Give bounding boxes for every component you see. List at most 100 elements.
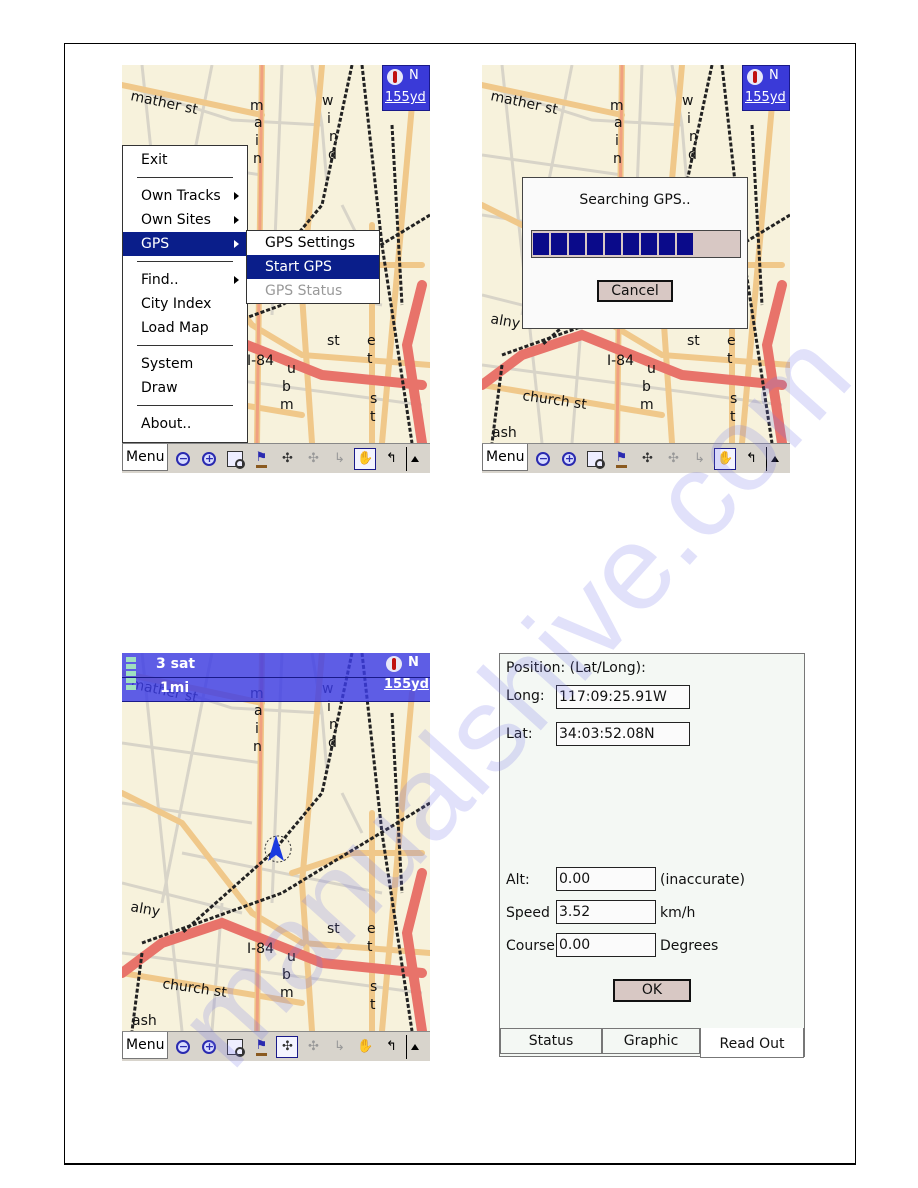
svg-text:t: t (727, 351, 733, 367)
lat-label: Lat: (506, 726, 533, 742)
course-field[interactable] (556, 933, 656, 957)
menu-item-label: Find.. (141, 272, 179, 288)
hand-pan-icon[interactable]: ✋ (354, 447, 377, 470)
route-icon[interactable]: ↳ (328, 448, 350, 470)
svg-text:d: d (688, 147, 697, 163)
up-arrow-icon[interactable] (411, 455, 420, 462)
altitude-field[interactable] (556, 867, 656, 891)
signal-strength-icon (126, 657, 136, 695)
flag-icon[interactable]: ⚑ (250, 448, 272, 470)
menu-item-label: Draw (141, 380, 178, 396)
route-icon[interactable]: ↳ (688, 448, 710, 470)
svg-text:I-84: I-84 (247, 353, 274, 369)
flag-icon[interactable]: ⚑ (250, 1036, 272, 1058)
progress-segment (551, 233, 567, 255)
latitude-field[interactable] (556, 722, 690, 746)
menu-separator (137, 345, 233, 346)
menu-item-city-index[interactable]: City Index (123, 292, 247, 316)
tab-read-out[interactable]: Read Out (700, 1028, 804, 1058)
svg-text:n: n (253, 739, 262, 755)
menu-item-own-tracks[interactable]: Own Tracks (123, 184, 247, 208)
menu-item-label: System (141, 356, 194, 372)
menu-item-gps[interactable]: GPS (123, 232, 247, 256)
gps-readout-panel: Position: (Lat/Long): Long: Lat: Alt: (i… (499, 653, 806, 1058)
menu-item-label: GPS (141, 236, 170, 252)
menu-button[interactable]: Menu (122, 1032, 169, 1059)
toolbar: Menu − + ⚑ ✣ ✣ ↳ ✋ ↰ (122, 443, 430, 473)
undo-icon[interactable]: ↰ (740, 448, 762, 470)
svg-text:m: m (280, 397, 294, 413)
compass-scale-box[interactable]: N 155yd (382, 653, 430, 699)
undo-icon[interactable]: ↰ (380, 1036, 402, 1058)
progress-segment (641, 233, 657, 255)
satellite-icon[interactable]: ✣ (636, 448, 658, 470)
satellite-off-icon[interactable]: ✣ (662, 448, 684, 470)
satellite-off-icon[interactable]: ✣ (302, 1036, 324, 1058)
compass-scale-box[interactable]: N 155yd (742, 65, 790, 111)
menu-button[interactable]: Menu (122, 444, 169, 471)
dialog-title: Searching GPS.. (579, 192, 691, 208)
gps-submenu: GPS Settings Start GPS GPS Status (246, 230, 380, 304)
svg-text:t: t (730, 409, 736, 425)
menu-button[interactable]: Menu (482, 444, 529, 471)
zoom-in-icon[interactable]: + (558, 448, 580, 470)
svg-text:w: w (322, 93, 333, 109)
svg-text:n: n (613, 151, 622, 167)
flag-icon[interactable]: ⚑ (610, 448, 632, 470)
menu-item-load-map[interactable]: Load Map (123, 316, 247, 340)
up-arrow-icon[interactable] (771, 455, 780, 462)
zoom-area-icon[interactable] (584, 448, 606, 470)
toolbar-separator (766, 446, 768, 471)
menu-item-find[interactable]: Find.. (123, 268, 247, 292)
submenu-item-label: GPS Settings (265, 235, 356, 251)
svg-text:m: m (610, 98, 624, 114)
tab-bar: Status Graphic Read Out (500, 1028, 806, 1058)
undo-icon[interactable]: ↰ (380, 448, 402, 470)
menu-item-about[interactable]: About.. (123, 412, 247, 436)
submenu-arrow-icon (234, 216, 239, 224)
hand-pan-icon[interactable]: ✋ (714, 447, 737, 470)
menu-item-label: Exit (141, 152, 168, 168)
zoom-out-icon[interactable]: − (172, 1036, 194, 1058)
cancel-button[interactable]: Cancel (597, 280, 673, 302)
submenu-item-gps-settings[interactable]: GPS Settings (247, 231, 379, 255)
zoom-out-icon[interactable]: − (172, 448, 194, 470)
svg-text:m: m (280, 985, 294, 1001)
svg-text:d: d (328, 147, 337, 163)
satellite-off-icon[interactable]: ✣ (302, 448, 324, 470)
tab-status[interactable]: Status (500, 1028, 602, 1054)
menu-item-exit[interactable]: Exit (123, 148, 247, 172)
zoom-in-icon[interactable]: + (198, 1036, 220, 1058)
compass-icon (386, 656, 402, 672)
speed-field[interactable] (556, 900, 656, 924)
zoom-area-icon[interactable] (224, 448, 246, 470)
menu-item-own-sites[interactable]: Own Sites (123, 208, 247, 232)
zoom-out-icon[interactable]: − (532, 448, 554, 470)
svg-text:i: i (327, 111, 331, 127)
svg-text:st: st (327, 333, 340, 349)
svg-text:d: d (328, 735, 337, 751)
svg-text:i: i (255, 133, 259, 149)
menu-item-draw[interactable]: Draw (123, 376, 247, 400)
longitude-field[interactable] (556, 685, 690, 709)
zoom-area-icon[interactable] (224, 1036, 246, 1058)
hand-pan-icon[interactable]: ✋ (354, 1036, 376, 1058)
satellite-icon[interactable]: ✣ (276, 1035, 299, 1058)
svg-text:n: n (329, 129, 338, 145)
compass-scale-box[interactable]: N 155yd (382, 65, 430, 111)
svg-text:n: n (329, 717, 338, 733)
submenu-item-start-gps[interactable]: Start GPS (247, 255, 379, 279)
svg-text:a: a (254, 115, 263, 131)
zoom-in-icon[interactable]: + (198, 448, 220, 470)
route-icon[interactable]: ↳ (328, 1036, 350, 1058)
svg-text:t: t (367, 939, 373, 955)
north-label: N (408, 655, 419, 670)
svg-text:t: t (370, 409, 376, 425)
up-arrow-icon[interactable] (411, 1043, 420, 1050)
svg-text:t: t (370, 997, 376, 1013)
ok-button[interactable]: OK (613, 979, 691, 1002)
tab-graphic[interactable]: Graphic (602, 1028, 700, 1054)
submenu-arrow-icon (234, 276, 239, 284)
menu-item-system[interactable]: System (123, 352, 247, 376)
satellite-icon[interactable]: ✣ (276, 448, 298, 470)
